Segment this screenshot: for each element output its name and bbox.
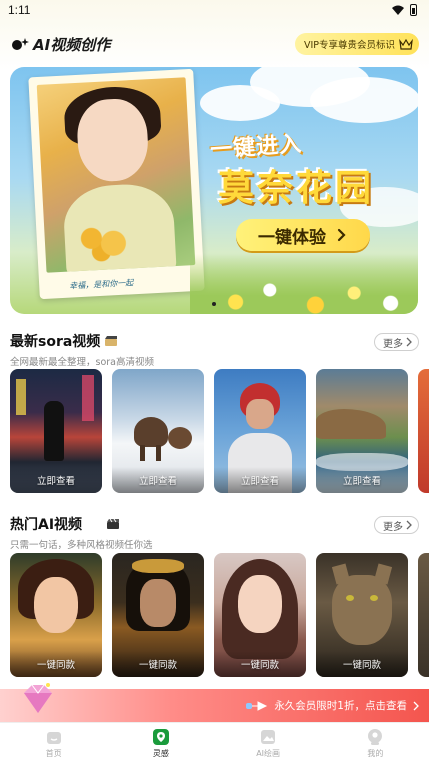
ai-video-card[interactable]: 一键同款	[112, 553, 204, 677]
vip-promo-bar[interactable]: 永久会员限时1折，点击查看	[0, 683, 429, 722]
nav-label-ai-painting: AI绘画	[256, 749, 281, 758]
vip-badge-label: VIP专享尊贵会员标识	[303, 40, 395, 51]
home-icon	[46, 732, 61, 744]
profile-icon	[368, 729, 383, 745]
bottom-nav: 首页 灵感 AI绘画 我的	[0, 722, 429, 764]
banner-cta-button[interactable]: 一键体验	[236, 219, 370, 251]
sora-video-card[interactable]: 立即查看	[316, 369, 408, 493]
ai-card-label: 一键同款	[138, 660, 177, 671]
ai-video-card[interactable]: 一键同款	[10, 553, 102, 677]
ai-card-peek	[418, 553, 429, 677]
promo-text: 永久会员限时1折，点击查看	[274, 700, 407, 712]
nav-item-home[interactable]: 首页	[0, 723, 107, 764]
ai-section-header: 热门AI视频 只需一句话，多种风格视频任你选 更多	[10, 514, 419, 551]
status-time: 1:11	[8, 3, 31, 17]
app-header: AI视频创作 VIP专享尊贵会员标识	[0, 30, 429, 58]
ai-painting-icon	[261, 730, 276, 744]
hero-banner[interactable]: 幸福，是和你一起 一键进入 莫奈花园 一键体验	[10, 67, 418, 314]
app-logo: AI视频创作	[10, 34, 110, 55]
chevron-right-icon	[406, 337, 412, 347]
ai-more-label: 更多	[383, 521, 403, 533]
ai-card-label: 一键同款	[36, 660, 75, 671]
ai-more-button[interactable]: 更多	[374, 516, 419, 534]
inspiration-icon	[152, 729, 169, 745]
battery-icon	[410, 4, 417, 16]
sora-card-label: 立即查看	[240, 476, 279, 487]
logo-sparkle-icon	[12, 38, 29, 50]
banner-headline-line2: 莫奈花园	[218, 168, 375, 209]
nav-label-home: 首页	[45, 749, 62, 758]
ai-video-row: 一键同款 一键同款 一键同款 一键同款	[10, 553, 429, 677]
banner-dot-active[interactable]	[212, 302, 216, 306]
ai-section-subtitle: 只需一句话，多种风格视频任你选	[10, 540, 153, 551]
clapperboard-icon	[105, 336, 118, 346]
sora-video-row: 立即查看 立即查看 立即查看 立即查看	[10, 369, 429, 493]
banner-portrait-photo: 幸福，是和你一起	[28, 68, 205, 300]
clapperboard-icon	[107, 518, 120, 529]
sora-video-card[interactable]: 立即查看	[112, 369, 204, 493]
ai-section-title: 热门AI视频	[10, 517, 83, 533]
nav-item-inspiration[interactable]: 灵感	[107, 723, 214, 764]
sora-video-card[interactable]: 立即查看	[10, 369, 102, 493]
photo-caption: 幸福，是和你一起	[69, 278, 134, 291]
sora-video-card[interactable]: 立即查看	[214, 369, 306, 493]
sora-section-title: 最新sora视频	[10, 334, 101, 350]
pointing-hand-icon	[246, 700, 268, 711]
sora-card-label: 立即查看	[342, 476, 381, 487]
ai-section-title-wrap: 热门AI视频	[10, 514, 419, 534]
wifi-icon	[392, 5, 404, 15]
sora-more-label: 更多	[383, 338, 403, 350]
status-bar: 1:11	[0, 0, 429, 20]
ai-card-label: 一键同款	[342, 660, 381, 671]
sora-section-title-wrap: 最新sora视频	[10, 331, 419, 351]
banner-pagination	[10, 302, 418, 306]
nav-item-ai-painting[interactable]: AI绘画	[215, 723, 322, 764]
status-icons	[392, 4, 417, 16]
nav-item-profile[interactable]: 我的	[322, 723, 429, 764]
promo-text-wrap: 永久会员限时1折，点击查看	[246, 698, 419, 713]
sora-card-label: 立即查看	[36, 476, 75, 487]
banner-cta-label: 一键体验	[258, 227, 326, 248]
sora-card-peek	[418, 369, 429, 493]
ai-video-card[interactable]: 一键同款	[214, 553, 306, 677]
chevron-right-icon	[413, 701, 419, 710]
app-title: AI视频创作	[33, 35, 111, 54]
nav-label-profile: 我的	[367, 749, 384, 758]
sora-card-label: 立即查看	[138, 476, 177, 487]
crown-icon	[399, 38, 413, 50]
app-screen: 1:11 AI视频创作 VIP专享尊贵会员标识 幸福，是和你一起 一键进入 莫奈…	[0, 0, 429, 764]
sora-section-subtitle: 全网最新最全整理，sora高清视频	[10, 357, 154, 368]
ai-card-label: 一键同款	[240, 660, 279, 671]
nav-label-inspiration: 灵感	[152, 749, 169, 758]
sora-more-button[interactable]: 更多	[374, 333, 419, 351]
ai-video-card[interactable]: 一键同款	[316, 553, 408, 677]
vip-badge-button[interactable]: VIP专享尊贵会员标识	[294, 33, 419, 55]
diamond-gift-icon	[24, 683, 52, 713]
chevron-right-icon	[406, 520, 412, 530]
sora-section-header: 最新sora视频 全网最新最全整理，sora高清视频 更多	[10, 331, 419, 368]
chevron-right-icon	[337, 228, 346, 242]
